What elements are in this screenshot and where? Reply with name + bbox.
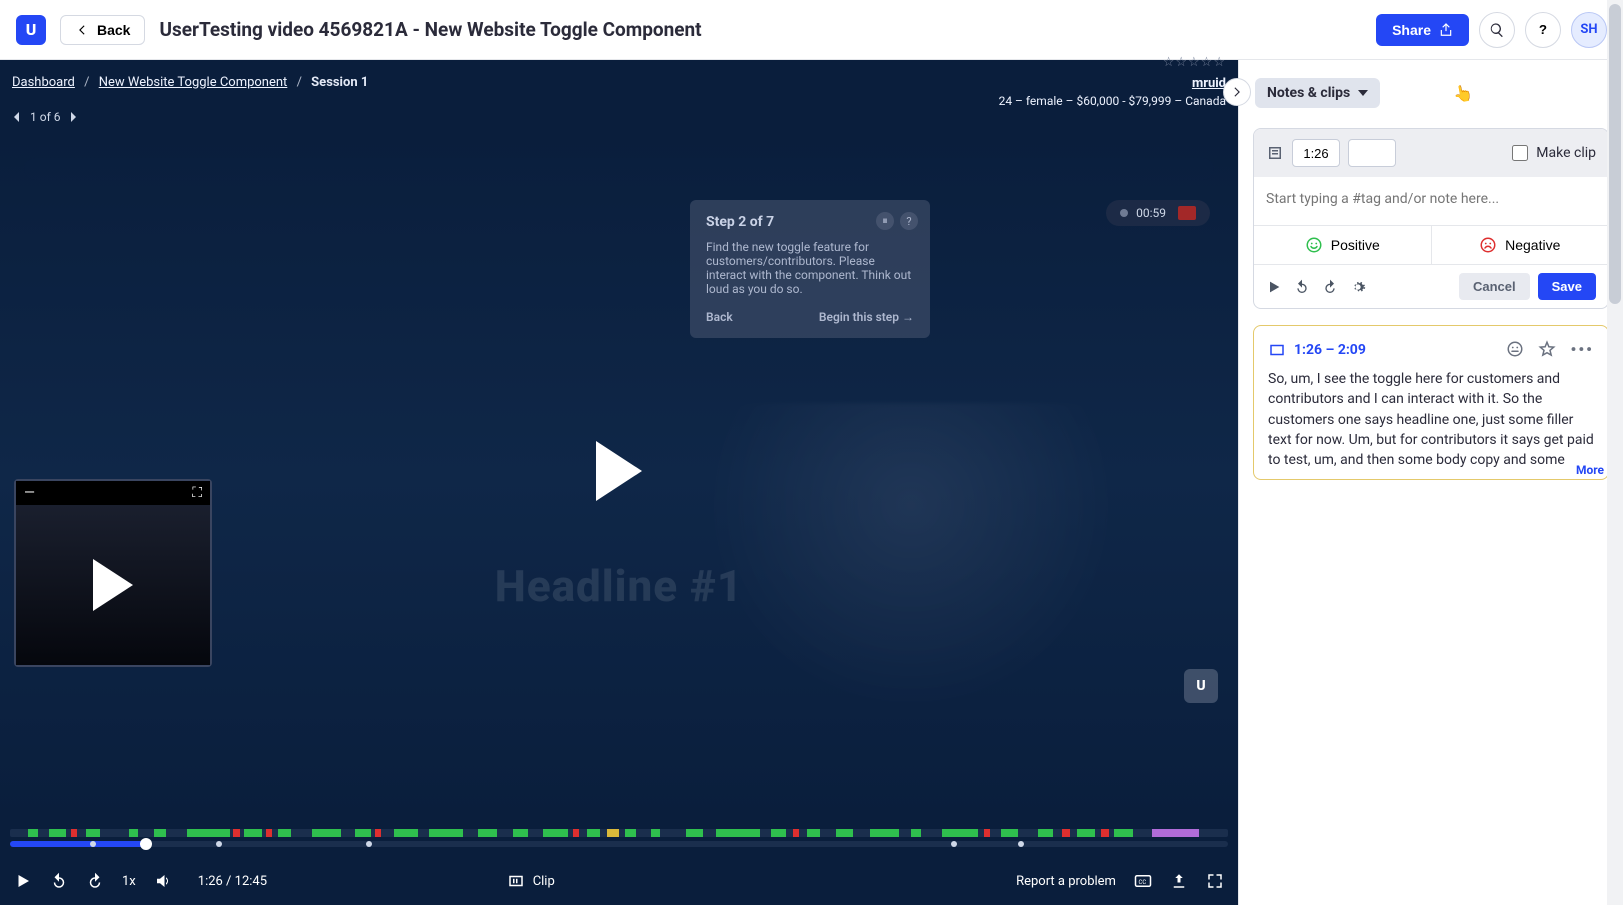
- recorder-folder-icon: [1178, 206, 1196, 220]
- pip-expand-icon[interactable]: ⛶: [192, 485, 202, 501]
- progress-bar[interactable]: [10, 841, 1228, 847]
- make-clip-toggle[interactable]: Make clip: [1512, 145, 1596, 161]
- help-button[interactable]: ?: [1525, 12, 1561, 48]
- clip-more-button[interactable]: More: [1570, 463, 1604, 477]
- play-snippet-icon[interactable]: [1266, 279, 1282, 295]
- notes-clips-tab[interactable]: Notes & clips: [1255, 78, 1380, 108]
- star-icon[interactable]: [1538, 340, 1556, 359]
- pager-next[interactable]: [68, 112, 78, 122]
- share-button[interactable]: Share: [1376, 14, 1469, 46]
- pip-minimize-icon[interactable]: —: [24, 485, 35, 501]
- pager-prev[interactable]: [12, 112, 22, 122]
- recorder-pill: 00:59: [1106, 200, 1210, 226]
- volume-button[interactable]: [154, 872, 172, 890]
- back-button[interactable]: Back: [60, 15, 145, 45]
- more-menu-icon[interactable]: •••: [1570, 340, 1594, 359]
- sentiment-timeline[interactable]: [10, 829, 1228, 837]
- smile-icon: [1305, 236, 1323, 254]
- window-scrollbar[interactable]: [1607, 0, 1623, 905]
- chevron-right-icon: [1230, 85, 1244, 99]
- time-in-input[interactable]: [1292, 139, 1340, 167]
- question-icon: ?: [1539, 22, 1547, 37]
- avatar-initials: SH: [1580, 22, 1597, 37]
- cancel-button[interactable]: Cancel: [1459, 273, 1530, 300]
- play-button[interactable]: [14, 872, 32, 890]
- frown-icon: [1479, 236, 1497, 254]
- share-icon: [1439, 23, 1453, 37]
- search-button[interactable]: [1479, 12, 1515, 48]
- task-card: ⏸ ? Step 2 of 7 Find the new toggle feat…: [690, 200, 930, 338]
- time-display: 1:26 / 12:45: [198, 874, 267, 889]
- report-problem[interactable]: Report a problem: [1016, 874, 1116, 889]
- ut-badge: U: [1184, 669, 1218, 703]
- save-button[interactable]: Save: [1538, 273, 1596, 300]
- loop-forward-icon[interactable]: [1322, 279, 1338, 295]
- back-label: Back: [97, 22, 130, 38]
- make-clip-checkbox[interactable]: [1512, 145, 1528, 161]
- clip-button[interactable]: Clip: [507, 872, 555, 890]
- speed-control[interactable]: 1x: [122, 874, 136, 889]
- arrow-left-icon: [75, 23, 89, 37]
- positive-button[interactable]: Positive: [1254, 226, 1432, 264]
- tab-label: Notes & clips: [1267, 85, 1350, 101]
- time-out-input[interactable]: [1348, 139, 1396, 167]
- ghost-headline: Headline #1: [495, 560, 744, 612]
- task-pause-icon[interactable]: ⏸: [876, 212, 894, 230]
- pip-play-button[interactable]: [93, 559, 133, 611]
- clip-transcript: So, um, I see the toggle here for custom…: [1268, 369, 1594, 469]
- forward-button[interactable]: [86, 872, 104, 890]
- task-back[interactable]: Back: [706, 310, 733, 324]
- svg-text:CC: CC: [1138, 879, 1146, 886]
- page-title: UserTesting video 4569821A - New Website…: [159, 18, 701, 41]
- clip-label: Clip: [533, 874, 555, 889]
- fullscreen-button[interactable]: [1206, 872, 1224, 890]
- collapse-panel-button[interactable]: [1223, 78, 1251, 106]
- progress-knob[interactable]: [140, 838, 152, 850]
- loop-back-icon[interactable]: [1294, 279, 1310, 295]
- crumb-session: Session 1: [311, 75, 368, 90]
- crumb-project[interactable]: New Website Toggle Component: [99, 75, 288, 90]
- clip-time-range: 1:26 – 2:09: [1294, 342, 1366, 358]
- caret-down-icon: [1358, 90, 1368, 96]
- participant-username[interactable]: mruid: [999, 75, 1226, 93]
- note-textarea[interactable]: [1266, 191, 1596, 207]
- share-label: Share: [1392, 22, 1431, 38]
- task-begin[interactable]: Begin this step →: [819, 310, 914, 324]
- pip-window[interactable]: — ⛶: [14, 479, 212, 667]
- brand-logo: U: [16, 15, 46, 45]
- positive-label: Positive: [1331, 237, 1380, 253]
- cursor-pointer-icon: 👆: [1452, 82, 1475, 104]
- search-icon: [1489, 22, 1505, 38]
- task-body: Find the new toggle feature for customer…: [706, 240, 914, 296]
- export-button[interactable]: [1170, 872, 1188, 890]
- rating-stars[interactable]: ☆☆☆☆☆: [999, 54, 1226, 72]
- note-icon: [1266, 144, 1284, 162]
- negative-label: Negative: [1505, 237, 1560, 253]
- breadcrumb: Dashboard / New Website Toggle Component…: [12, 75, 368, 90]
- make-clip-label: Make clip: [1536, 145, 1596, 161]
- sentiment-icon[interactable]: [1506, 340, 1524, 359]
- note-editor: Make clip Positive Negative: [1253, 128, 1609, 309]
- clip-card[interactable]: 1:26 – 2:09 ••• So, um, I see the toggle…: [1253, 325, 1609, 480]
- clip-range-icon: [1268, 341, 1286, 359]
- clip-icon: [507, 872, 525, 890]
- cc-button[interactable]: CC: [1134, 872, 1152, 890]
- crumb-dashboard[interactable]: Dashboard: [12, 75, 75, 90]
- negative-button[interactable]: Negative: [1432, 226, 1609, 264]
- avatar[interactable]: SH: [1571, 12, 1607, 48]
- settings-icon[interactable]: [1350, 279, 1366, 295]
- pager-label: 1 of 6: [30, 110, 60, 124]
- record-dot-icon: [1120, 209, 1128, 217]
- recorder-time: 00:59: [1136, 206, 1166, 220]
- task-help-icon[interactable]: ?: [900, 212, 918, 230]
- rewind-button[interactable]: [50, 872, 68, 890]
- play-button-large[interactable]: [596, 441, 642, 501]
